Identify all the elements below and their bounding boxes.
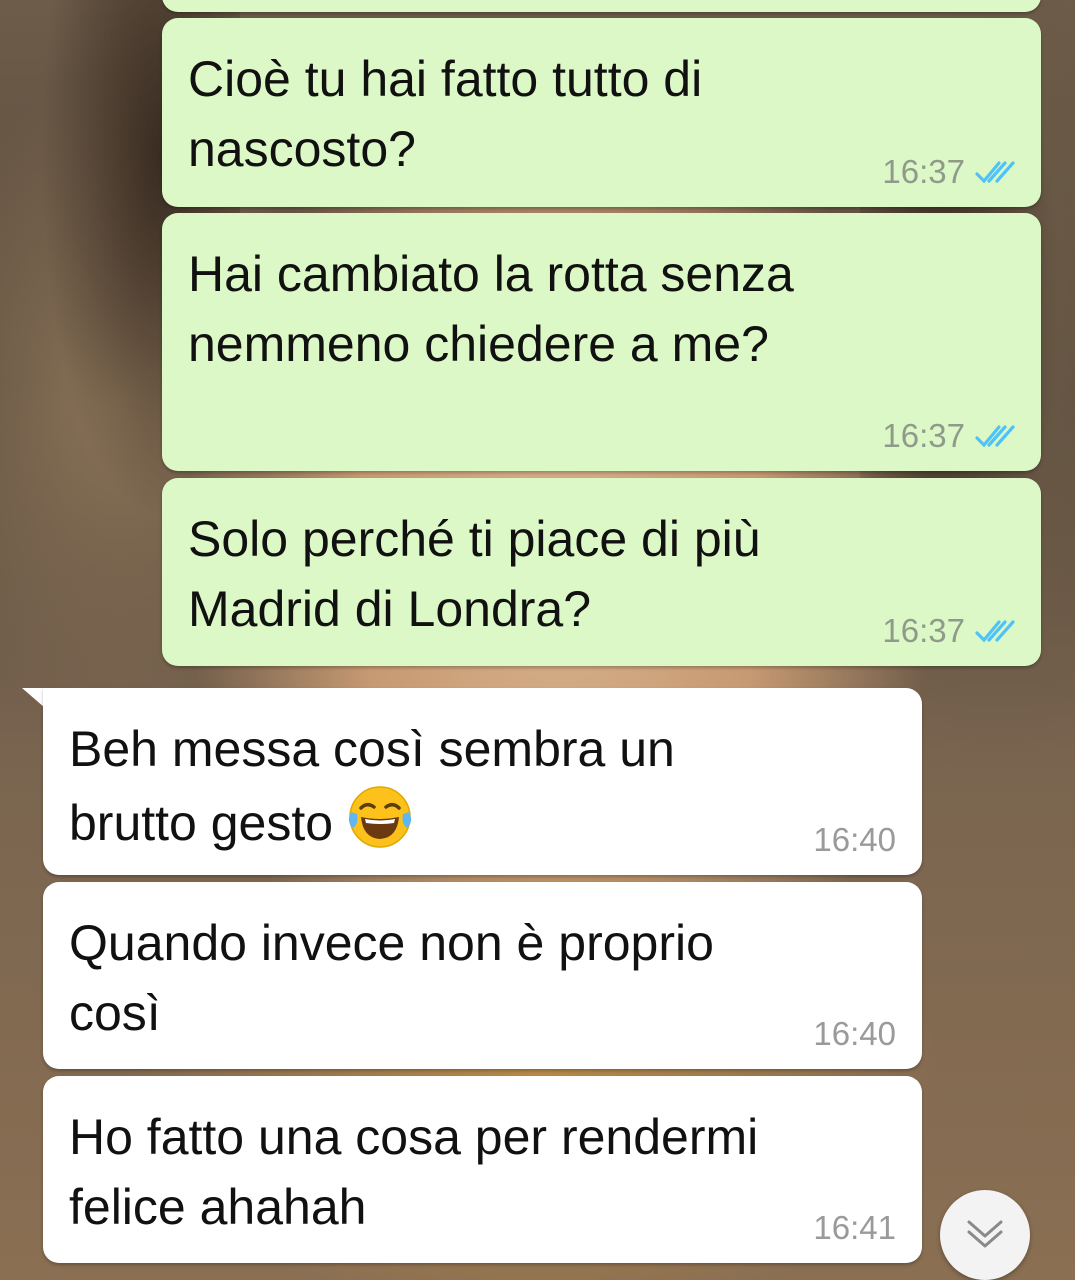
message-text: Hai cambiato la rotta senza nemmeno chie… bbox=[188, 246, 794, 372]
message-text-line: brutto gesto bbox=[69, 795, 334, 851]
message-meta: 16:41 bbox=[813, 1209, 896, 1247]
message-time: 16:37 bbox=[882, 612, 965, 649]
message-text-line: Beh messa così sembra un bbox=[69, 721, 675, 777]
message-time: 16:37 bbox=[882, 417, 965, 454]
message-text: Ho fatto una cosa per rendermi felice ah… bbox=[69, 1109, 759, 1235]
message-bubble-incoming[interactable]: Ho fatto una cosa per rendermi felice ah… bbox=[43, 1076, 922, 1263]
message-text: Beh messa così sembra un brutto gesto bbox=[69, 714, 896, 858]
message-time: 16:40 bbox=[813, 821, 896, 858]
message-meta: 16:37 bbox=[882, 417, 1019, 455]
double-check-icon bbox=[975, 159, 1019, 185]
message-meta: 16:37 bbox=[882, 612, 1019, 650]
message-time: 16:41 bbox=[813, 1209, 896, 1246]
message-time: 16:37 bbox=[882, 153, 965, 190]
double-check-icon bbox=[975, 423, 1019, 449]
double-check-icon bbox=[975, 618, 1019, 644]
double-chevron-down-icon bbox=[965, 1216, 1005, 1255]
message-bubble-outgoing[interactable]: Hai cambiato la rotta senza nemmeno chie… bbox=[162, 213, 1041, 471]
message-bubble-outgoing[interactable]: Solo perché ti piace di più Madrid di Lo… bbox=[162, 478, 1041, 666]
face-with-tears-of-joy-icon bbox=[347, 784, 413, 850]
message-time: 16:40 bbox=[813, 1015, 896, 1052]
message-bubble-incoming[interactable]: Quando invece non è proprio così 16:40 bbox=[43, 882, 922, 1069]
message-text: Quando invece non è proprio così bbox=[69, 915, 714, 1041]
message-meta: 16:40 bbox=[813, 821, 896, 859]
message-meta: 16:37 bbox=[882, 153, 1019, 191]
message-meta: 16:40 bbox=[813, 1015, 896, 1053]
message-bubble-outgoing[interactable]: Cioè tu hai fatto tutto di nascosto? 16:… bbox=[162, 18, 1041, 207]
message-bubble-incoming[interactable]: Beh messa così sembra un brutto gesto 16:… bbox=[43, 688, 922, 875]
message-bubble-previous[interactable] bbox=[162, 0, 1041, 12]
scroll-to-bottom-button[interactable] bbox=[940, 1190, 1030, 1280]
